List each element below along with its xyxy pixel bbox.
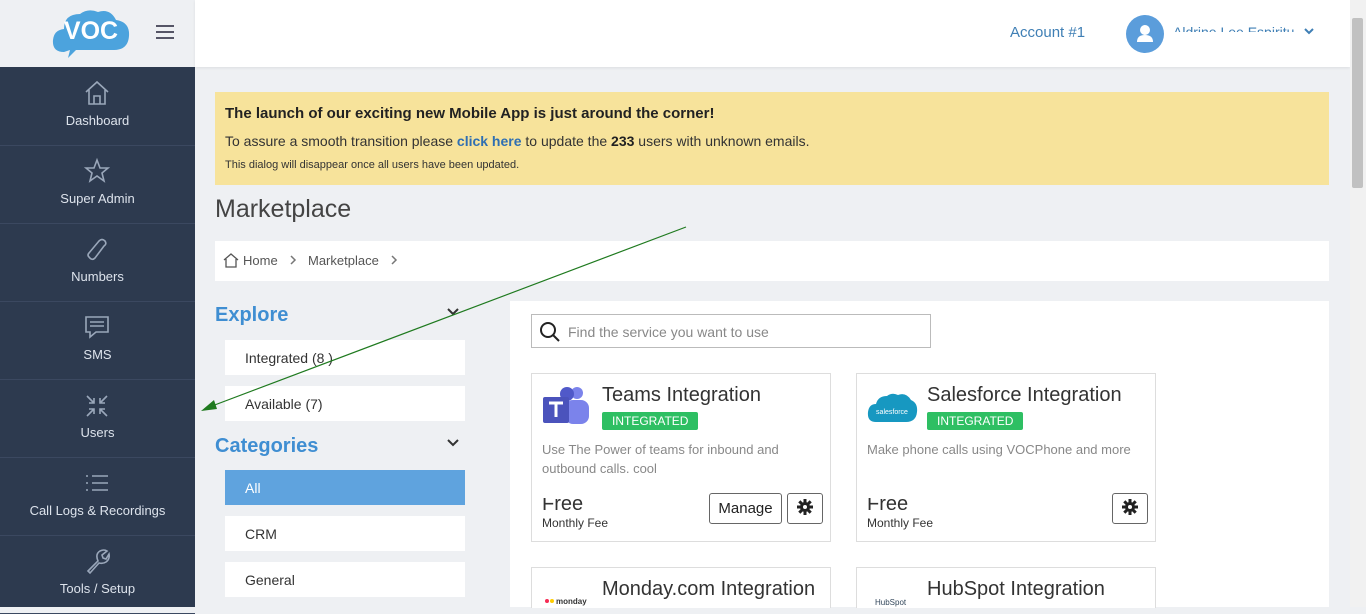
card-title: Monday.com Integration (602, 578, 816, 600)
message-icon (85, 316, 109, 339)
service-search[interactable] (531, 314, 931, 348)
chevron-down-icon[interactable] (446, 437, 460, 449)
teams-logo-icon (543, 387, 589, 424)
banner-note: This dialog will disappear once all user… (225, 159, 520, 171)
settings-button[interactable] (1112, 493, 1148, 524)
chevron-down-icon[interactable] (446, 306, 460, 318)
banner-headline: The launch of our exciting new Mobile Ap… (225, 105, 715, 122)
manage-button[interactable]: Manage (709, 493, 782, 524)
integration-card-teams[interactable]: Teams Integration INTEGRATED Use The Pow… (531, 373, 831, 542)
star-icon (84, 157, 110, 183)
integrated-badge: INTEGRATED (927, 412, 1024, 430)
page-title: Marketplace (215, 195, 352, 223)
account-selector[interactable]: Account #1 (1010, 24, 1090, 41)
integrated-badge: INTEGRATED (602, 412, 699, 430)
user-name[interactable]: Aldrine Lee Espiritu (1173, 24, 1298, 32)
avatar[interactable] (1126, 15, 1164, 53)
sidebar-item-label: Call Logs & Recordings (29, 503, 166, 518)
filter-label: All (245, 480, 261, 496)
banner-text-middle: to update the (521, 133, 612, 149)
sidebar-item-label: SMS (83, 347, 112, 362)
card-price: Free (542, 498, 584, 510)
filter-label: Integrated (8 ) (245, 350, 333, 366)
card-title: Teams Integration (602, 384, 761, 406)
logo-area: VOC (0, 0, 195, 67)
settings-button[interactable] (787, 493, 823, 524)
integration-card-hubspot[interactable]: HubSpot HubSpot Integration (856, 567, 1156, 608)
filter-label: CRM (245, 526, 277, 542)
category-all[interactable]: All (225, 470, 465, 505)
monday-logo-icon: monday (545, 597, 587, 606)
list-icon (86, 475, 108, 491)
sidebar-item-users[interactable]: Users (0, 379, 195, 458)
top-bar: Account #1 Aldrine Lee Espiritu (195, 0, 1350, 67)
banner-message: To assure a smooth transition please cli… (225, 133, 809, 149)
search-input[interactable] (566, 320, 925, 344)
card-description: Use The Power of teams for inbound and o… (542, 442, 779, 476)
categories-heading[interactable]: Categories (215, 435, 318, 458)
card-fee-label: Monthly Fee (867, 516, 934, 530)
sidebar-item-label: Super Admin (60, 191, 135, 206)
card-price: Free (867, 498, 909, 510)
salesforce-logo-text: salesforce (876, 409, 908, 416)
card-title: Salesforce Integration (927, 384, 1122, 406)
sidebar-item-label: Dashboard (65, 113, 130, 128)
sidebar-item-tools-setup[interactable]: Tools / Setup (0, 535, 195, 614)
breadcrumb: Home Marketplace (215, 241, 1329, 281)
home-icon (85, 80, 109, 105)
phone-icon (87, 238, 107, 261)
salesforce-logo-icon: salesforce (867, 393, 918, 422)
banner-text-suffix: users with unknown emails. (634, 133, 810, 149)
integration-card-monday[interactable]: monday Monday.com Integration (531, 567, 831, 608)
sidebar-item-numbers[interactable]: Numbers (0, 223, 195, 302)
menu-toggle-icon[interactable] (156, 25, 174, 39)
search-icon (540, 322, 560, 342)
chevron-right-icon (391, 255, 398, 265)
chevron-down-icon[interactable] (1303, 26, 1315, 36)
scrollbar-thumb[interactable] (1352, 18, 1363, 188)
home-icon (223, 253, 239, 268)
hubspot-logo-text: HubSpot (875, 598, 907, 607)
sidebar: Dashboard Super Admin Numbers SMS Users … (0, 67, 195, 614)
integration-card-salesforce[interactable]: salesforce Salesforce Integration INTEGR… (856, 373, 1156, 542)
compress-icon (86, 395, 108, 417)
card-description: Make phone calls using VOCPhone and more (867, 442, 1131, 457)
filter-available[interactable]: Available (7) (225, 386, 465, 421)
hubspot-logo-icon: HubSpot (875, 598, 907, 607)
breadcrumb-home-link[interactable]: Home (243, 253, 278, 268)
user-icon (1137, 25, 1153, 42)
category-crm[interactable]: CRM (225, 516, 465, 551)
explore-heading[interactable]: Explore (215, 304, 288, 327)
gear-icon (797, 498, 813, 515)
banner-text-prefix: To assure a smooth transition please (225, 133, 457, 149)
wrench-icon (86, 549, 110, 575)
filter-label: Available (7) (245, 396, 323, 412)
sidebar-item-dashboard[interactable]: Dashboard (0, 67, 195, 146)
unknown-email-count: 233 (611, 133, 635, 149)
sidebar-item-call-logs[interactable]: Call Logs & Recordings (0, 457, 195, 536)
sidebar-item-label: Tools / Setup (59, 581, 136, 596)
gear-icon (1122, 498, 1138, 515)
chevron-right-icon (290, 255, 297, 265)
filter-label: General (245, 572, 295, 588)
monday-logo-text: monday (556, 597, 587, 606)
sidebar-item-super-admin[interactable]: Super Admin (0, 145, 195, 224)
breadcrumb-current: Marketplace (308, 253, 379, 268)
sidebar-item-label: Numbers (71, 269, 124, 284)
announcement-banner: The launch of our exciting new Mobile Ap… (215, 92, 1329, 185)
filter-integrated[interactable]: Integrated (8 ) (225, 340, 465, 375)
logo-text: VOC (63, 17, 119, 45)
sidebar-item-sms[interactable]: SMS (0, 301, 195, 380)
click-here-link[interactable]: click here (457, 133, 522, 149)
sidebar-item-label: Users (80, 425, 115, 440)
card-fee-label: Monthly Fee (542, 516, 609, 530)
card-title: HubSpot Integration (927, 578, 1105, 600)
category-general[interactable]: General (225, 562, 465, 597)
